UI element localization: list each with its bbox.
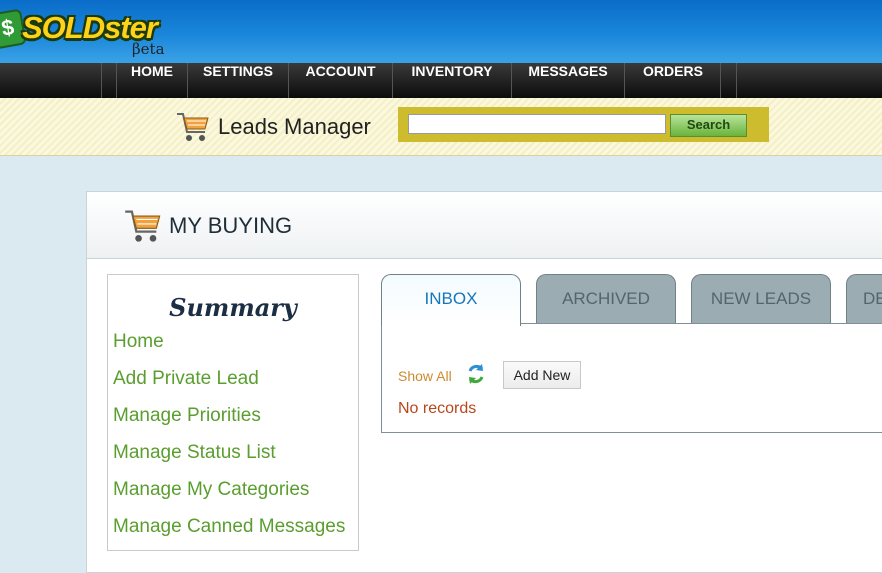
site-header: $ SOLDster βeta [0,0,882,63]
summary-link-manage-status-list[interactable]: Manage Status List [113,442,276,464]
tab-archived[interactable]: ARCHIVED [536,274,676,325]
add-new-button[interactable]: Add New [503,361,581,389]
nav-orders[interactable]: ORDERS [624,63,721,98]
search-box: Search [398,107,769,142]
summary-link-add-private-lead[interactable]: Add Private Lead [113,368,259,390]
summary-title: Summary [169,293,297,322]
summary-link-home[interactable]: Home [113,331,164,353]
search-button[interactable]: Search [670,114,747,137]
summary-link-manage-canned-messages[interactable]: Manage Canned Messages [113,516,345,538]
shopping-cart-icon [125,210,161,242]
empty-state-message: No records [398,400,477,417]
page-title: MY BUYING [169,213,293,238]
leads-manager-title: Leads Manager [218,114,371,139]
search-input[interactable] [408,114,666,134]
main-nav: HOME SETTINGS ACCOUNT INVENTORY MESSAGES… [0,63,882,98]
tab-partial[interactable]: DE [846,274,882,325]
shopping-cart-icon [177,113,209,141]
nav-spacer [101,63,116,98]
my-buying-panel: MY BUYING Summary Home Add Private Lead … [86,191,882,573]
summary-link-manage-priorities[interactable]: Manage Priorities [113,405,261,427]
nav-divider [736,63,737,98]
nav-settings[interactable]: SETTINGS [187,63,288,98]
soldster-logo[interactable]: $ SOLDster βeta [0,8,170,58]
nav-account[interactable]: ACCOUNT [288,63,392,98]
summary-link-manage-categories[interactable]: Manage My Categories [113,479,309,501]
summary-sidebar: Summary Home Add Private Lead Manage Pri… [107,274,359,551]
nav-divider [720,63,721,98]
panel-header: MY BUYING [87,192,882,259]
tab-inbox[interactable]: INBOX [381,274,521,326]
logo-beta-tag: βeta [132,40,165,58]
inbox-content: Show All Add New No records [381,323,882,433]
nav-home[interactable]: HOME [116,63,187,98]
nav-inventory[interactable]: INVENTORY [392,63,511,98]
tab-new-leads[interactable]: NEW LEADS [691,274,831,325]
show-all-link[interactable]: Show All [398,368,452,384]
refresh-icon[interactable] [466,362,486,386]
nav-messages[interactable]: MESSAGES [511,63,624,98]
